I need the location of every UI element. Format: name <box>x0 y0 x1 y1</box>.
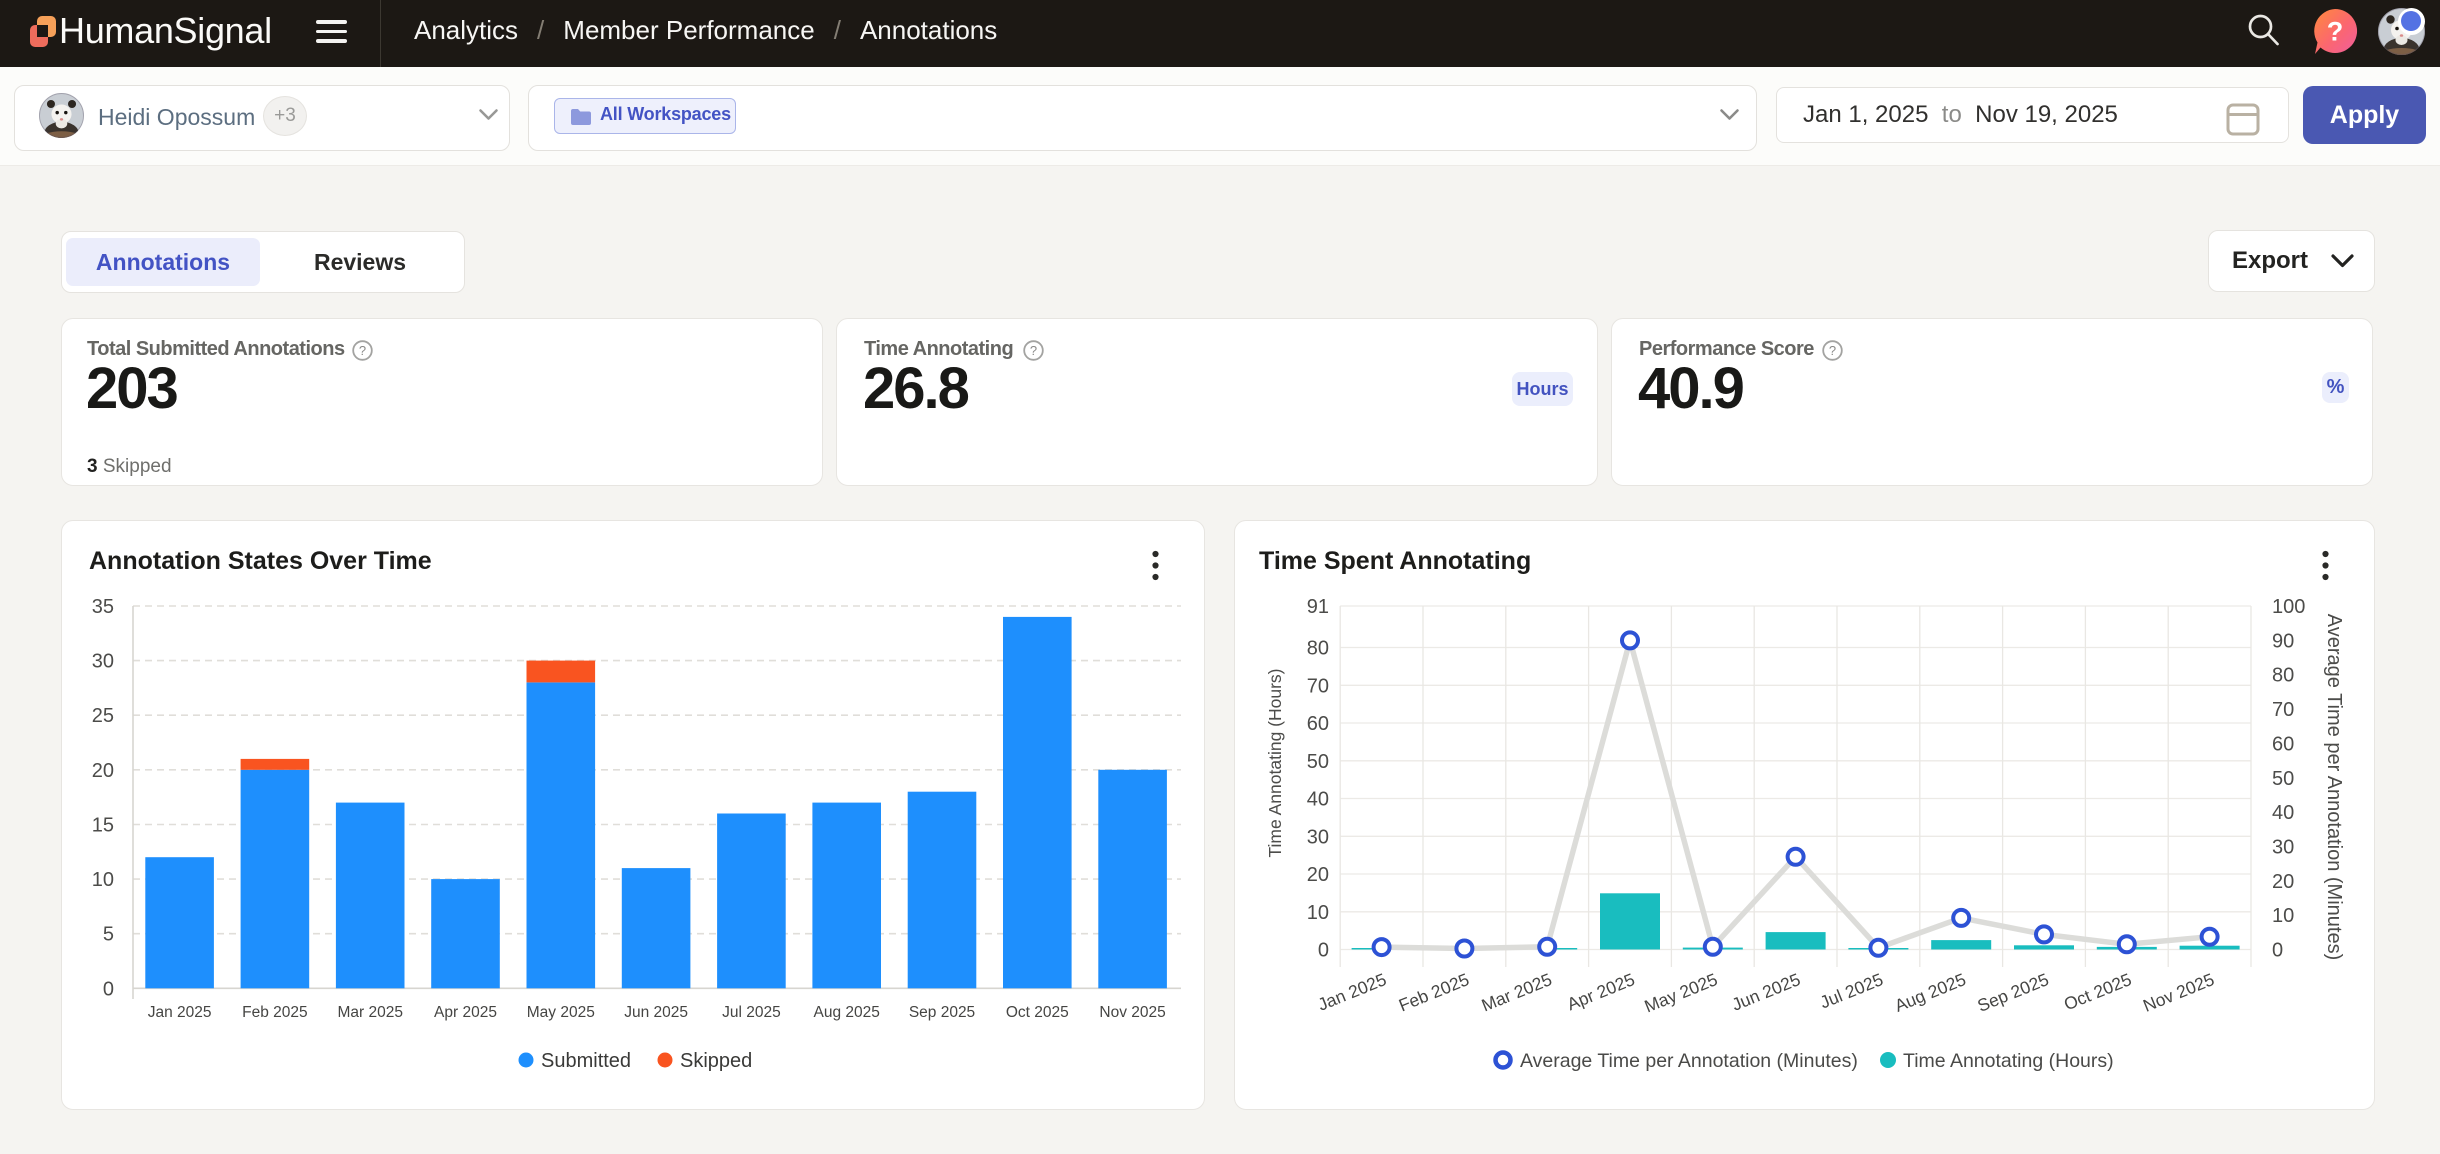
svg-text:?: ? <box>1030 343 1037 358</box>
svg-text:?: ? <box>2327 17 2344 47</box>
svg-text:?: ? <box>1829 343 1836 358</box>
svg-text:?: ? <box>359 343 366 358</box>
